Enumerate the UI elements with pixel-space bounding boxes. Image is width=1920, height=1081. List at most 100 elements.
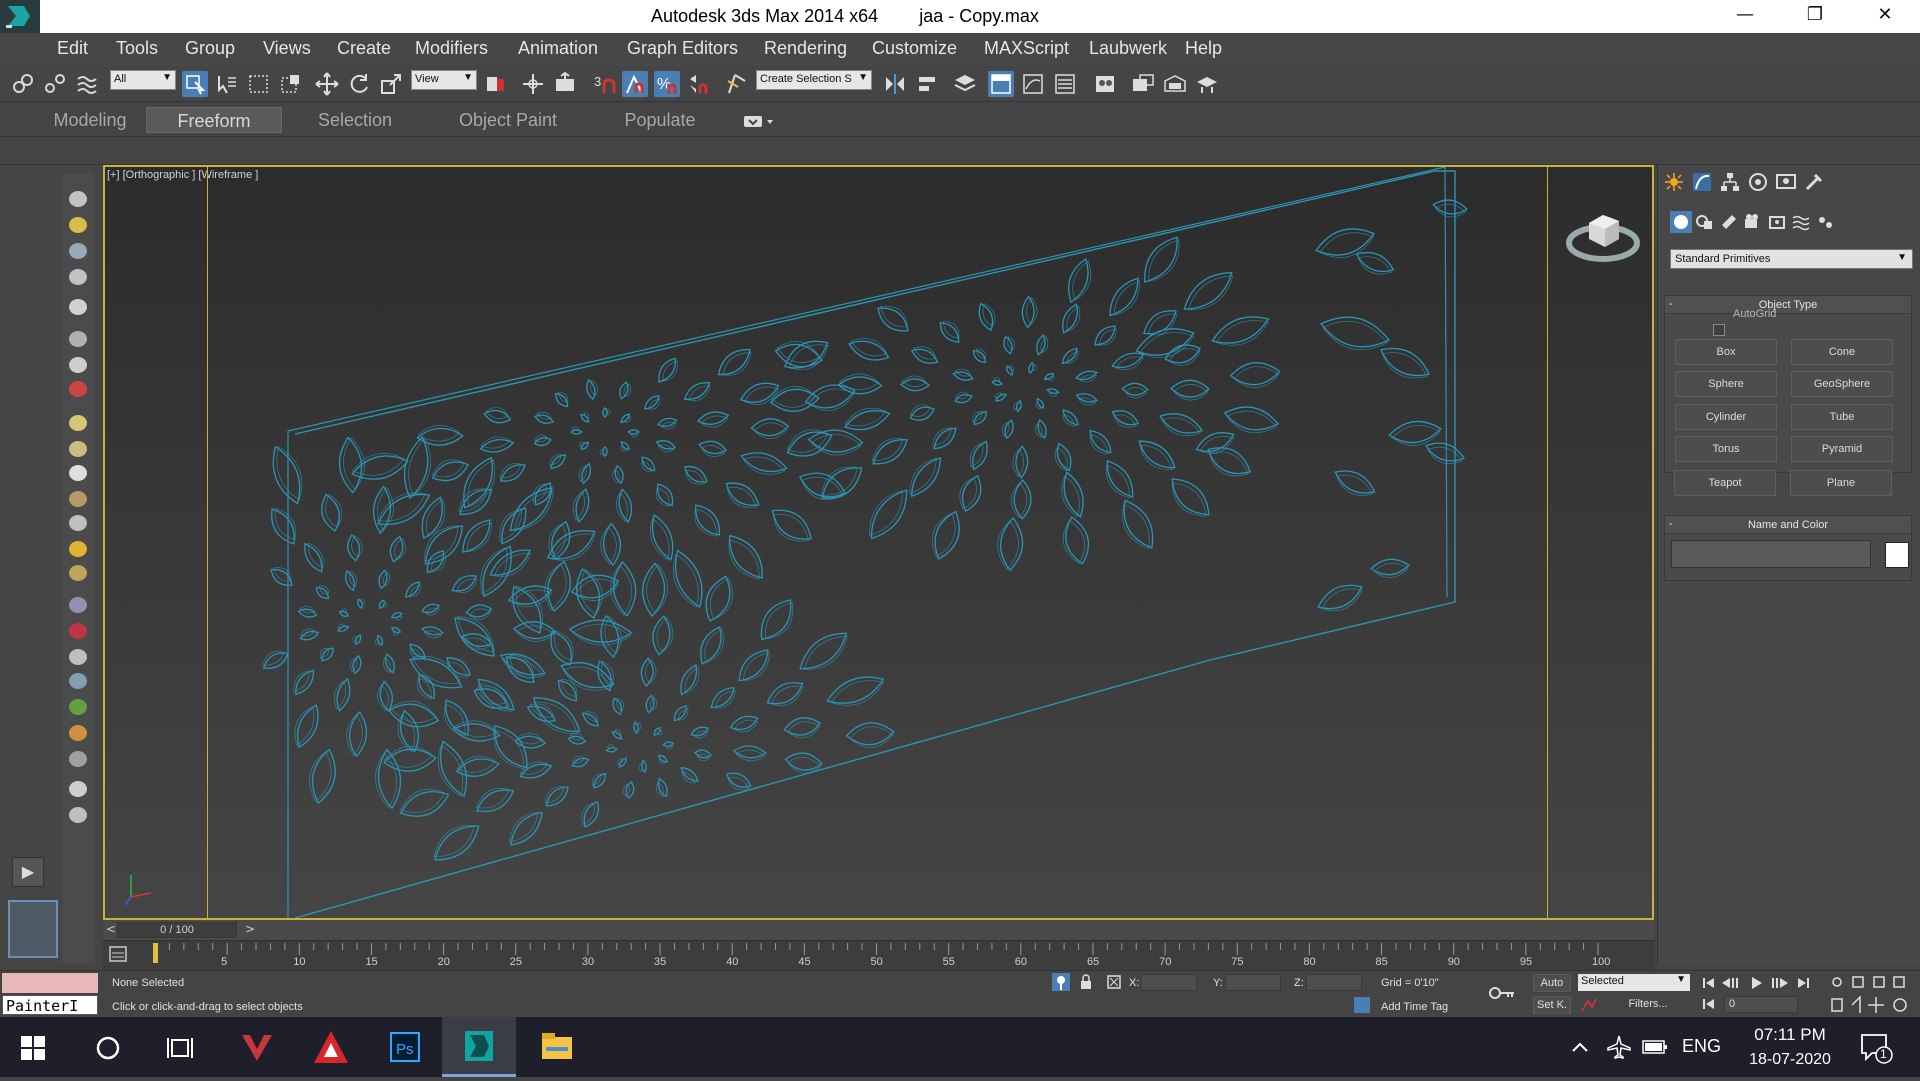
airplane-mode-icon[interactable] (1606, 1034, 1632, 1064)
strip-grid-table-icon[interactable] (66, 804, 90, 826)
minimize-button[interactable]: — (1710, 0, 1780, 33)
mirror-icon[interactable] (882, 71, 908, 97)
input-language[interactable]: ENG (1682, 1036, 1721, 1057)
taskbar-time[interactable]: 07:11 PM (1750, 1025, 1830, 1045)
current-frame-field[interactable]: 0 (1724, 996, 1798, 1013)
key-mode-icon[interactable] (1580, 997, 1598, 1013)
time-prev-arrow[interactable]: < (106, 922, 116, 936)
taskbar-3dsmax-icon[interactable] (442, 1017, 516, 1077)
strip-globe-icon[interactable] (66, 670, 90, 692)
named-selection-dropdown[interactable]: Create Selection S ▼ (756, 70, 872, 90)
layer-manager-icon[interactable] (952, 71, 978, 97)
strip-material-ball-icon[interactable] (66, 778, 90, 800)
taskbar-photoshop-icon[interactable]: Ps (368, 1017, 442, 1077)
name-and-color-header[interactable]: - Name and Color (1665, 516, 1911, 534)
task-view-icon[interactable] (166, 1034, 194, 1066)
taskbar-file-explorer-icon[interactable] (520, 1017, 594, 1077)
select-by-name-icon[interactable] (214, 71, 240, 97)
strip-half-moon-icon[interactable] (66, 354, 90, 376)
strip-list-panel-icon[interactable] (66, 240, 90, 262)
shapes-icon[interactable] (1694, 211, 1716, 233)
window-crossing-icon[interactable] (278, 71, 304, 97)
menu-laubwerk[interactable]: Laubwerk (1089, 38, 1167, 59)
menu-rendering[interactable]: Rendering (764, 38, 847, 59)
strip-teapot-icon[interactable] (66, 188, 90, 210)
tray-overflow-icon[interactable] (1570, 1038, 1590, 1060)
add-time-tag[interactable]: Add Time Tag (1381, 1001, 1448, 1013)
restore-button[interactable]: ❐ (1780, 0, 1850, 33)
cone-button[interactable]: Cone (1791, 339, 1893, 365)
plane-button[interactable]: Plane (1790, 470, 1892, 496)
select-manipulate-icon[interactable] (520, 71, 546, 97)
object-type-header[interactable]: - Object Type (1665, 296, 1911, 314)
time-next-arrow[interactable]: > (245, 922, 255, 936)
time-tag-icon[interactable] (1354, 997, 1370, 1013)
battery-icon[interactable] (1642, 1038, 1668, 1060)
time-slider[interactable]: < 0 / 100 > (103, 920, 1654, 940)
notification-center-icon[interactable]: 1 (1858, 1031, 1894, 1065)
selection-lock-icon[interactable] (1078, 974, 1094, 990)
cylinder-button[interactable]: Cylinder (1675, 404, 1777, 430)
rotate-icon[interactable] (346, 71, 372, 97)
strip-fern-icon[interactable] (66, 696, 90, 718)
schematic-view-icon[interactable] (1052, 71, 1078, 97)
taskbar-predator-app-icon[interactable] (220, 1017, 294, 1077)
strip-sun-icon[interactable] (66, 538, 90, 560)
key-icon[interactable] (1488, 983, 1516, 1003)
box-button[interactable]: Box (1675, 339, 1777, 365)
space-warps-icon[interactable] (1790, 211, 1812, 233)
key-filters-button[interactable]: Filters... (1604, 996, 1692, 1014)
sphere-button[interactable]: Sphere (1675, 371, 1777, 397)
tab-modeling[interactable]: Modeling (40, 107, 140, 133)
percent-snap-icon[interactable]: % (654, 71, 680, 97)
reference-coordinate-dropdown[interactable]: View ▼ (411, 70, 477, 90)
primitive-category-dropdown[interactable]: Standard Primitives ▼ (1670, 249, 1913, 269)
angle-snap-icon[interactable] (622, 71, 648, 97)
auto-key-button[interactable]: Auto (1533, 974, 1571, 992)
helpers-icon[interactable] (1766, 211, 1788, 233)
expand-strip-button[interactable]: ▶ (12, 857, 44, 887)
absolute-mode-icon[interactable] (1106, 974, 1122, 990)
strip-red-bot-icon[interactable] (66, 378, 90, 400)
ribbon-options-icon[interactable] (744, 114, 776, 128)
strip-pyramid-wire-icon[interactable] (66, 646, 90, 668)
scale-icon[interactable] (378, 71, 404, 97)
search-icon[interactable] (94, 1034, 122, 1066)
windows-start-icon[interactable] (20, 1035, 46, 1065)
graphite-tools-icon[interactable] (988, 71, 1014, 97)
close-button[interactable]: ✕ (1850, 0, 1920, 33)
maxscript-listener-input[interactable]: PainterI (2, 995, 98, 1015)
spinner-snap-icon[interactable] (686, 71, 712, 97)
viewport-orthographic[interactable]: [+] [Orthographic ] [Wireframe ] (103, 165, 1654, 922)
bind-space-warp-icon[interactable] (74, 71, 100, 97)
time-slider-thumb[interactable]: 0 / 100 (117, 922, 237, 938)
curve-editor-icon[interactable] (1020, 71, 1046, 97)
time-config-icon[interactable] (1700, 996, 1720, 1012)
tube-button[interactable]: Tube (1791, 404, 1893, 430)
pyramid-button[interactable]: Pyramid (1791, 436, 1893, 462)
strip-dome-icon[interactable] (66, 438, 90, 460)
z-coordinate-field[interactable] (1306, 974, 1362, 991)
strip-light-bulb-icon[interactable] (66, 296, 90, 318)
tab-selection[interactable]: Selection (298, 107, 412, 133)
display-tab-icon[interactable] (1775, 171, 1797, 193)
move-icon[interactable] (314, 71, 340, 97)
menu-animation[interactable]: Animation (518, 38, 598, 59)
geometry-icon[interactable] (1670, 211, 1692, 233)
strip-hair-fur-icon[interactable] (66, 722, 90, 744)
object-name-field[interactable] (1671, 540, 1871, 568)
tab-object-paint[interactable]: Object Paint (440, 107, 576, 133)
taskbar-autocad-icon[interactable] (294, 1017, 368, 1077)
menu-edit[interactable]: Edit (57, 38, 88, 59)
y-coordinate-field[interactable] (1225, 974, 1281, 991)
lights-icon[interactable] (1718, 211, 1740, 233)
menu-help[interactable]: Help (1185, 38, 1222, 59)
strip-particles-icon[interactable] (66, 594, 90, 616)
strip-basket-icon[interactable] (66, 488, 90, 510)
menu-create[interactable]: Create (337, 38, 391, 59)
taskbar-date[interactable]: 18-07-2020 (1737, 1051, 1843, 1069)
strip-render-frame-icon[interactable] (66, 214, 90, 236)
create-tab-icon[interactable] (1663, 171, 1685, 193)
cameras-icon[interactable] (1742, 211, 1764, 233)
teapot-button[interactable]: Teapot (1674, 470, 1776, 496)
